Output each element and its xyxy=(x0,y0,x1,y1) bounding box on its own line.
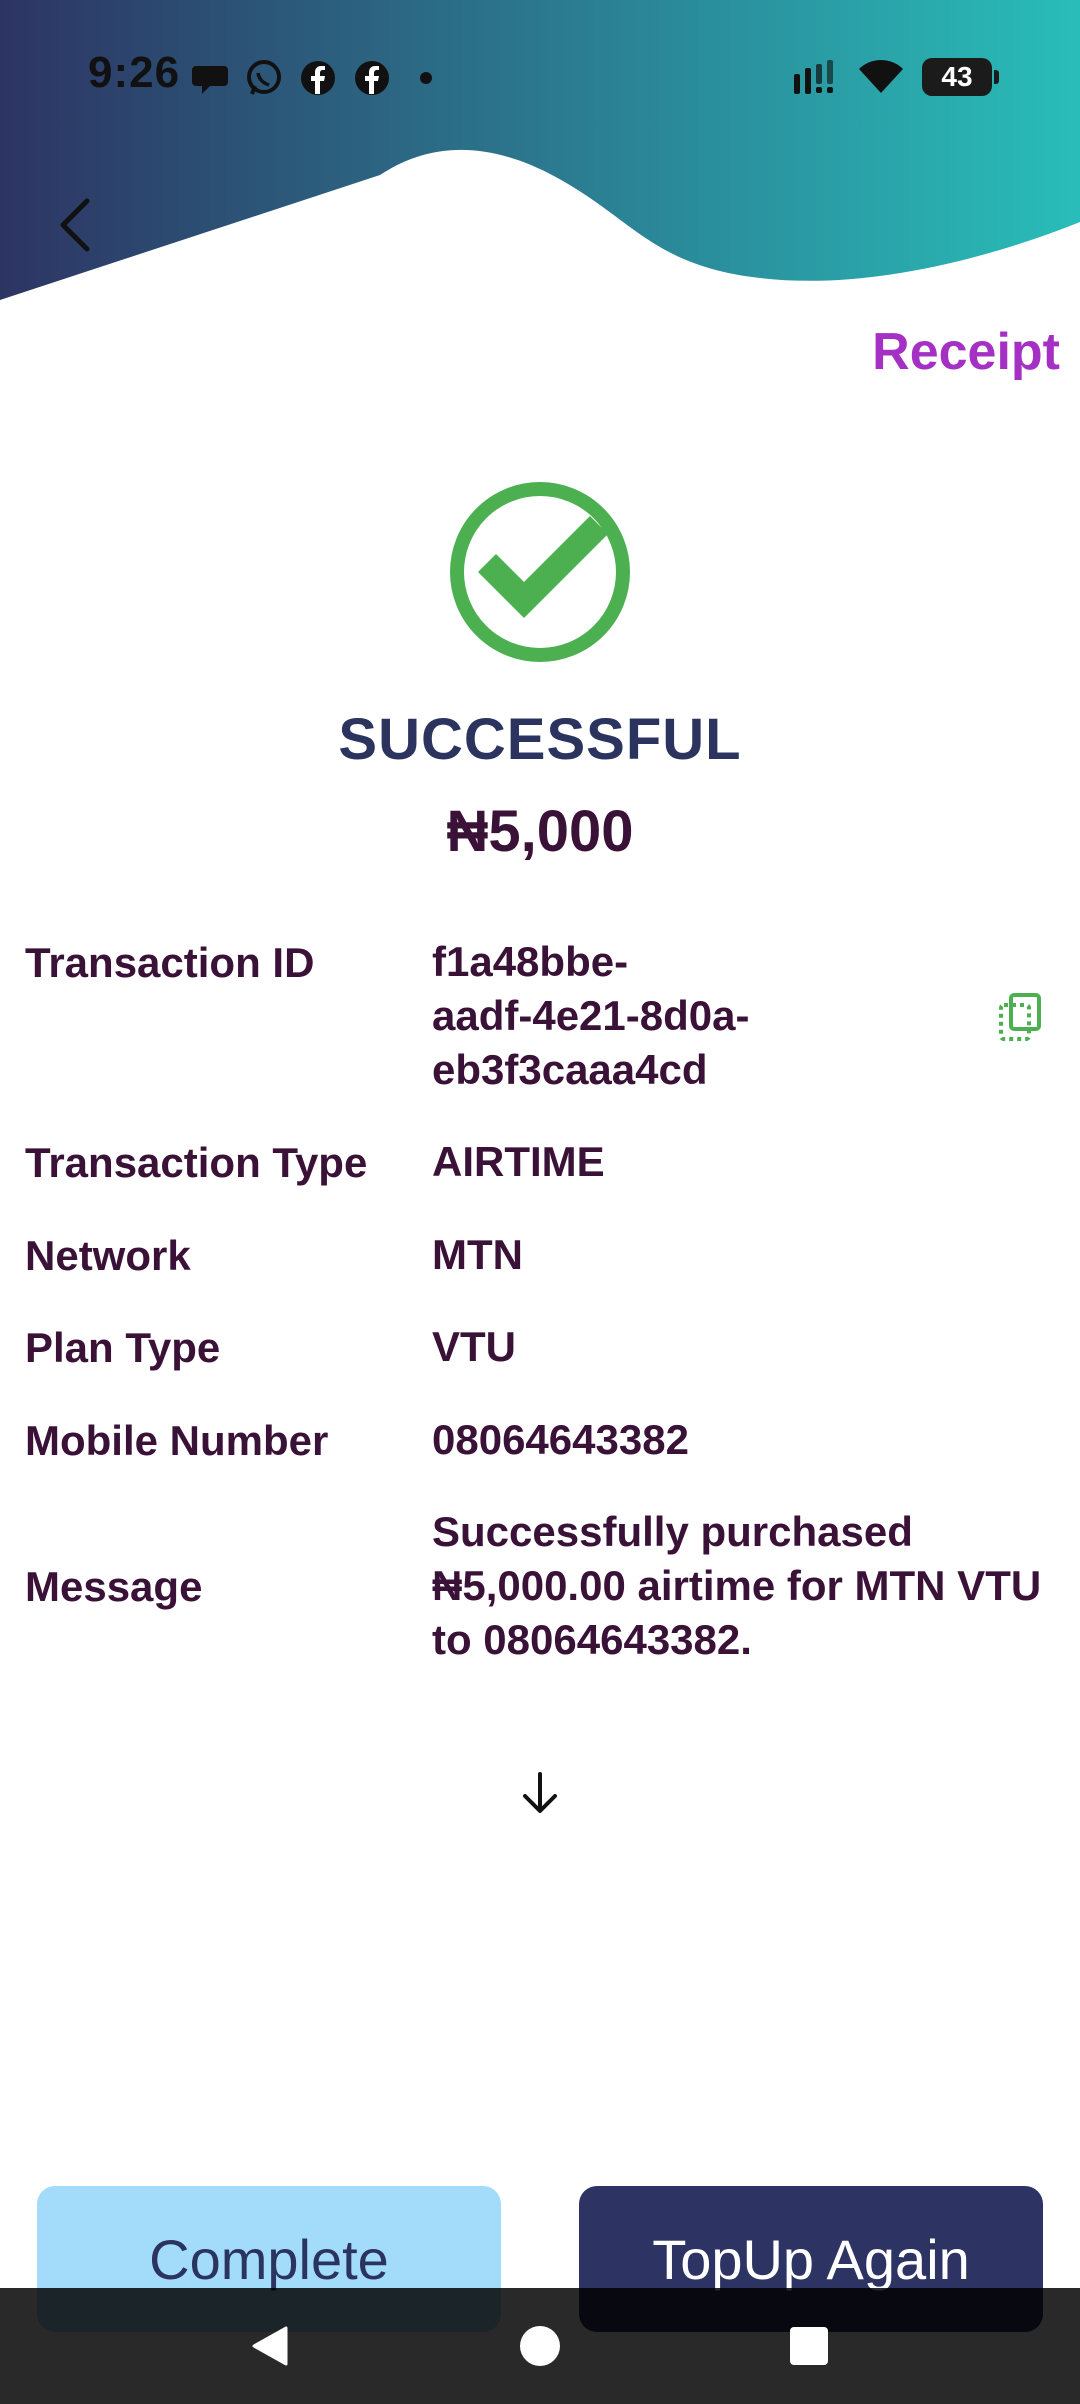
facebook-icon xyxy=(355,61,389,95)
notification-icons xyxy=(190,58,446,98)
circle-home-icon xyxy=(520,2326,560,2366)
receipt-button[interactable]: Receipt xyxy=(872,322,1060,382)
system-icons: 43 xyxy=(792,58,999,96)
signal-icon xyxy=(794,60,833,94)
amount: ₦5,000 xyxy=(446,799,634,864)
nav-recents-button[interactable] xyxy=(749,2288,869,2404)
whatsapp-icon xyxy=(247,60,281,95)
value-line: MTN xyxy=(432,1231,523,1278)
nav-back-button[interactable] xyxy=(210,2288,330,2404)
back-button[interactable] xyxy=(40,190,110,260)
detail-value: AIRTIME xyxy=(432,1135,605,1189)
detail-label: Transaction Type xyxy=(25,1139,368,1186)
value-line: Successfully purchased xyxy=(432,1508,913,1555)
detail-label: Network xyxy=(25,1232,191,1279)
facebook-icon xyxy=(301,61,335,95)
nav-home-button[interactable] xyxy=(480,2288,600,2404)
value-line: 08064643382 xyxy=(432,1416,689,1463)
receipt-screen: 9:26 43 Receipt SUCCESSFUL ₦5,000 Transa… xyxy=(0,0,1080,2404)
value-line: ₦5,000.00 airtime for MTN VTU xyxy=(432,1562,1042,1609)
status-title: SUCCESSFUL xyxy=(338,707,742,772)
detail-value: MTN xyxy=(432,1228,523,1282)
detail-value: Successfully purchased ₦5,000.00 airtime… xyxy=(432,1505,1041,1667)
arrow-down-icon[interactable] xyxy=(515,1768,565,1818)
value-line: VTU xyxy=(432,1323,516,1370)
triangle-back-icon xyxy=(252,2326,288,2366)
check-circle-icon xyxy=(450,482,630,662)
value-line: aadf-4e21-8d0a- xyxy=(432,992,750,1039)
status-time: 9:26 xyxy=(88,48,181,97)
copy-icon[interactable] xyxy=(993,989,1049,1045)
detail-label: Message xyxy=(25,1563,203,1610)
chevron-left-icon xyxy=(60,198,90,252)
value-line: AIRTIME xyxy=(432,1138,605,1185)
detail-label: Transaction ID xyxy=(25,939,315,986)
detail-label: Mobile Number xyxy=(25,1417,329,1464)
dot-icon xyxy=(420,72,432,84)
battery-icon: 43 xyxy=(922,58,999,96)
value-line: eb3f3caaa4cd xyxy=(432,1046,708,1093)
chat-bubble-icon xyxy=(192,66,228,94)
detail-label: Plan Type xyxy=(25,1324,221,1371)
detail-value: 08064643382 xyxy=(432,1413,689,1467)
detail-value[interactable]: f1a48bbe- aadf-4e21-8d0a- eb3f3caaa4cd xyxy=(432,935,749,1097)
status-bar: 9:26 43 xyxy=(0,0,1080,150)
wifi-icon xyxy=(859,60,903,93)
battery-level: 43 xyxy=(941,61,973,92)
value-line: f1a48bbe- xyxy=(432,938,629,985)
detail-value: VTU xyxy=(432,1320,516,1374)
value-line: to 08064643382. xyxy=(432,1616,752,1663)
square-recents-icon xyxy=(790,2327,828,2365)
navigation-bar xyxy=(0,2288,1080,2404)
